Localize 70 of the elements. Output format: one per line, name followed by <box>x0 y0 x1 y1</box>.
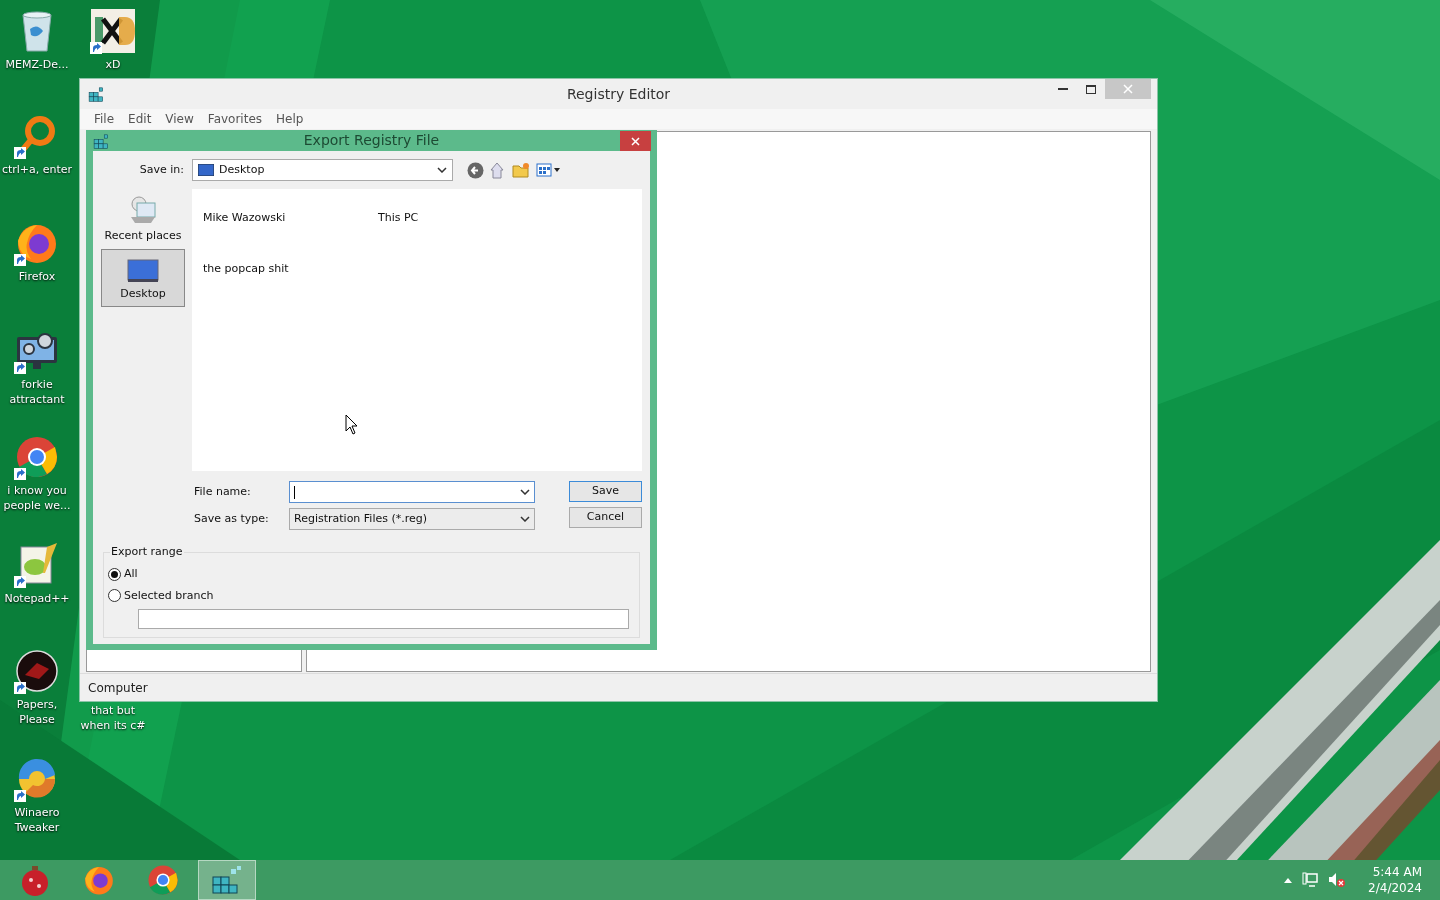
dialog-button[interactable]: Save <box>569 481 642 502</box>
shortcut-arrow-icon <box>14 254 26 266</box>
mouse-pointer-icon <box>345 414 359 435</box>
letters-logo-icon <box>91 9 135 53</box>
chrome-ball-icon <box>15 435 59 479</box>
maximize-icon <box>1086 84 1096 94</box>
places-item[interactable]: Desktop <box>101 249 185 307</box>
desktop-screen-icon <box>127 258 159 283</box>
folder-entry[interactable]: This PC <box>378 210 419 227</box>
shortcut-arrow-icon <box>14 576 26 588</box>
taskbar-button[interactable] <box>198 860 256 900</box>
menu-item[interactable]: Help <box>270 110 310 128</box>
shortcut-arrow-icon <box>14 468 26 480</box>
close-icon <box>1123 84 1133 94</box>
folder-entry[interactable]: the popcap shit <box>203 261 289 278</box>
file-name-label: File name: <box>194 483 252 500</box>
shortcut-arrow-icon <box>90 42 102 54</box>
dialog-button[interactable]: Cancel <box>569 507 642 528</box>
speaker-muted-icon[interactable] <box>1328 872 1347 888</box>
chrome-ball-icon <box>147 864 179 896</box>
show-hidden-icons-icon[interactable] <box>1284 877 1293 883</box>
radio-label: All <box>124 566 138 582</box>
cubes-icon <box>211 865 243 895</box>
dark-seal-icon <box>15 649 59 693</box>
ornament-icon <box>19 863 51 897</box>
radio-button[interactable] <box>108 567 121 581</box>
save-type-dropdown[interactable]: Registration Files (*.reg) <box>289 508 535 530</box>
dropdown-value: Desktop <box>219 161 266 178</box>
desktop-icon-label[interactable]: Firefox <box>18 269 56 284</box>
branch-field[interactable] <box>138 609 629 629</box>
desktop-icon-label[interactable]: xD <box>105 57 121 72</box>
up-folder-icon[interactable] <box>490 161 506 179</box>
shortcut-arrow-icon <box>14 790 26 802</box>
file-name-field[interactable] <box>289 481 535 503</box>
minimize-icon <box>1058 88 1068 90</box>
menu-item[interactable]: View <box>159 110 200 128</box>
desktop-icon-label[interactable]: ctrl+a, enter <box>1 162 73 177</box>
desktop-icon-label[interactable]: Notepad++ <box>4 591 70 606</box>
save-type-label: Save as type: <box>194 510 270 527</box>
menu-item[interactable]: File <box>88 110 121 128</box>
shortcut-arrow-icon <box>14 682 26 694</box>
desktop-icon-label[interactable]: forkie attractant <box>0 377 74 407</box>
status-text: Computer <box>88 679 148 697</box>
desktop-icon-label[interactable]: Winaero Tweaker <box>0 805 74 835</box>
dropdown-value: Registration Files (*.reg) <box>294 510 429 527</box>
dialog-title: Export Registry File <box>303 131 440 150</box>
shortcut-arrow-icon <box>14 147 26 159</box>
view-menu-icon[interactable] <box>536 163 562 177</box>
desktop-folder-icon <box>198 164 214 176</box>
cubes-icon <box>93 131 111 150</box>
window-title: Registry Editor <box>566 84 671 104</box>
folder-entry[interactable]: Mike Wazowski <box>203 210 286 227</box>
network-icon[interactable] <box>1302 872 1319 888</box>
shortcut-arrow-icon <box>14 362 26 374</box>
save-in-dropdown[interactable]: Desktop <box>192 159 453 181</box>
menu-item[interactable]: Edit <box>122 110 158 128</box>
close-icon <box>631 136 640 146</box>
desktop-icon-label[interactable]: Papers, Please <box>0 697 74 727</box>
text-caret-icon <box>294 485 295 499</box>
menu-item[interactable]: Favorites <box>201 110 269 128</box>
new-folder-icon[interactable] <box>512 162 530 178</box>
cubes-icon <box>88 85 106 103</box>
places-item[interactable]: Recent places <box>101 191 185 249</box>
desktop-icon-label[interactable]: i know you people we... <box>0 483 74 513</box>
close-button[interactable] <box>620 131 651 151</box>
save-in-label: Save in: <box>138 161 185 178</box>
radio-label: Selected branch <box>124 587 214 604</box>
radio-button[interactable] <box>108 589 121 603</box>
desktop-icon-label[interactable]: MEMZ-De... <box>5 57 69 72</box>
clock[interactable]: 5:44 AM 2/4/2024 <box>1368 864 1422 896</box>
